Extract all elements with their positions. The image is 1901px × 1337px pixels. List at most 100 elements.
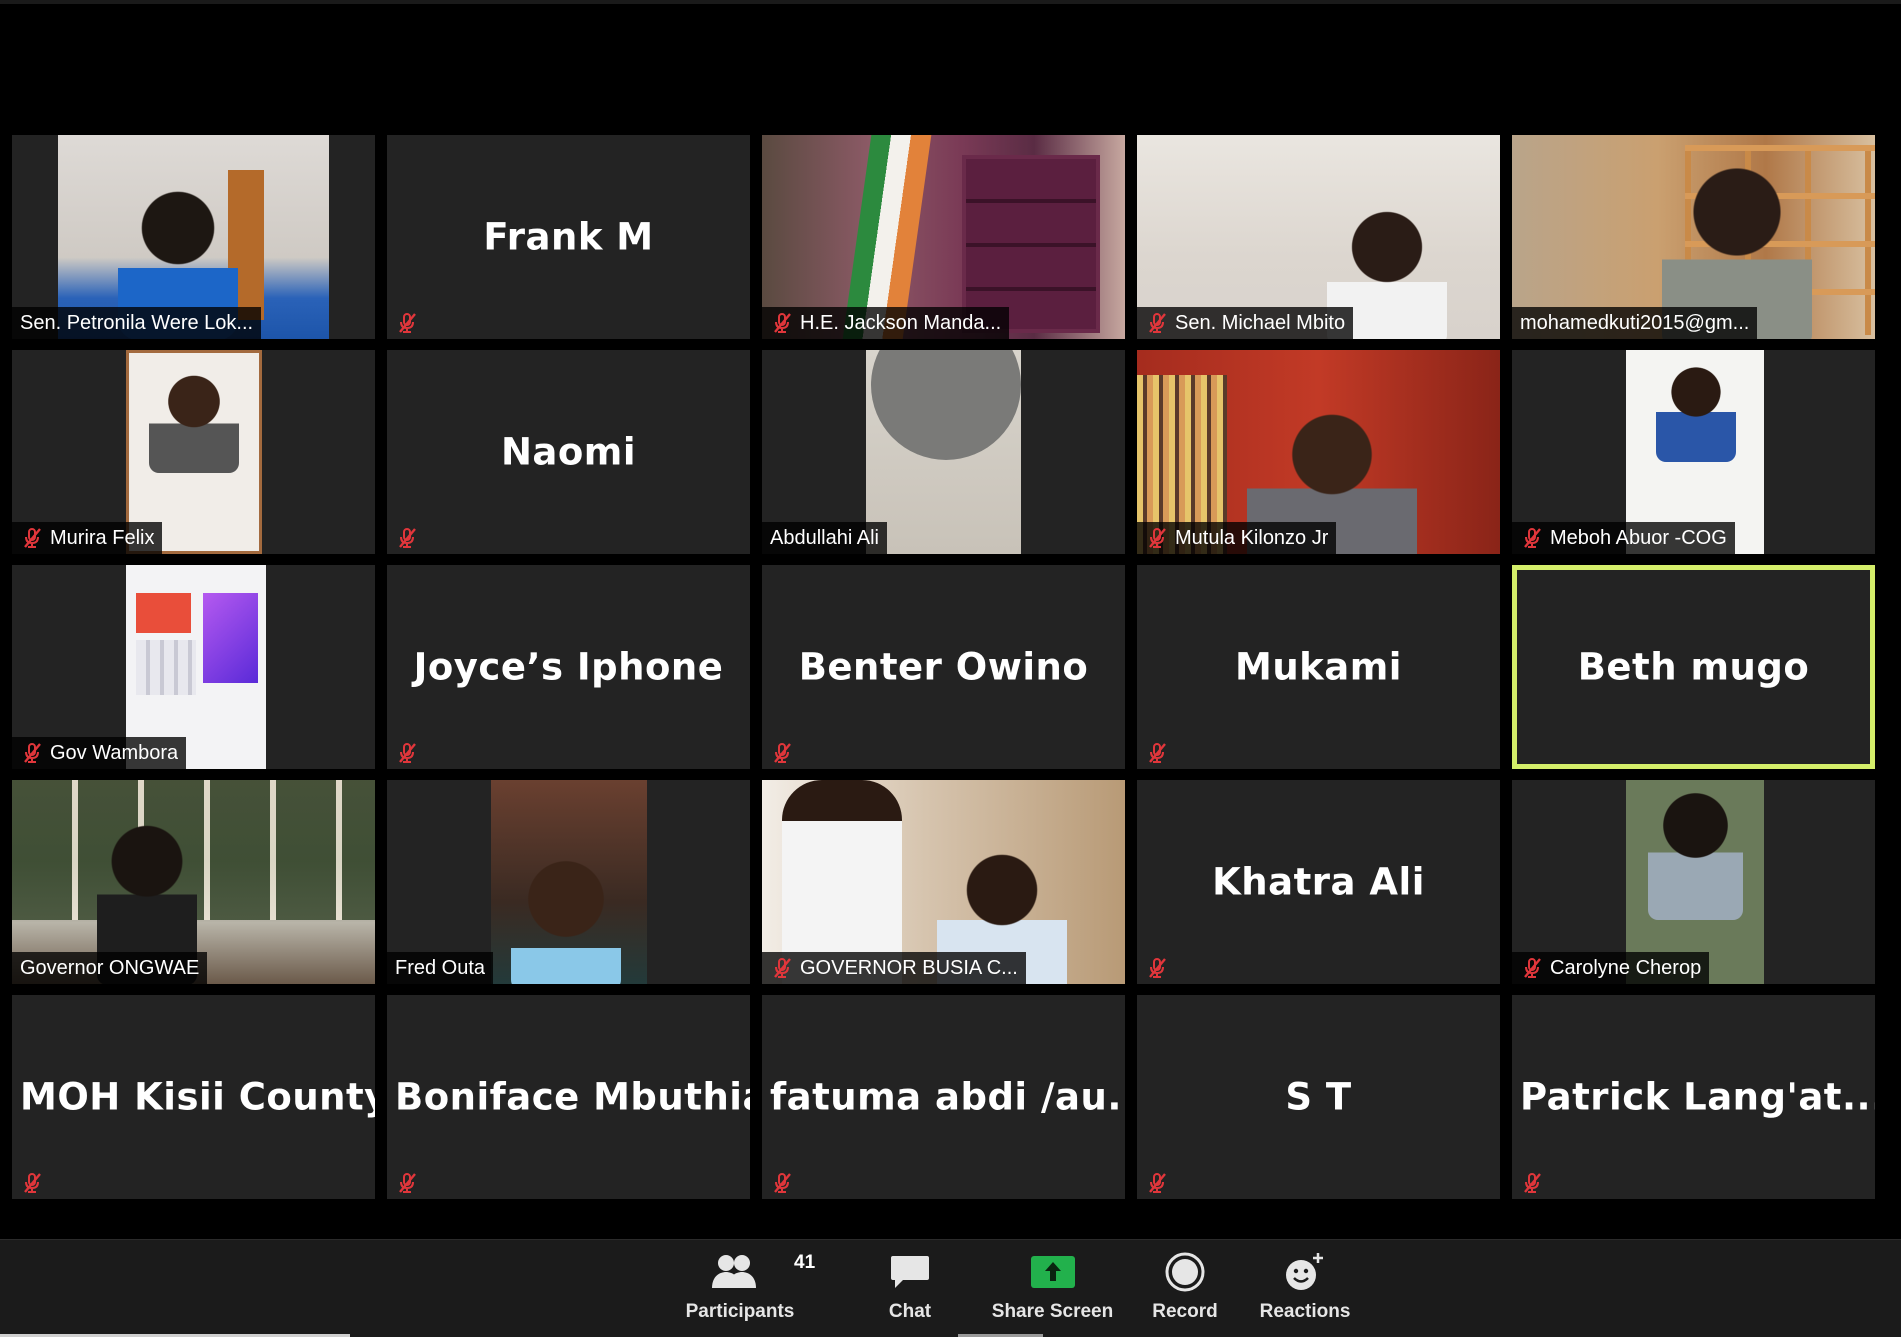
chat-label: Chat xyxy=(888,1301,932,1322)
muted-mic-icon xyxy=(20,741,44,765)
participant-tile[interactable]: Sen. Petronila Were Lok... xyxy=(12,135,375,339)
muted-mic-icon xyxy=(20,1171,44,1195)
muted-mic-icon xyxy=(770,741,794,765)
participant-name: Carolyne Cherop xyxy=(1550,956,1702,979)
participant-name-bar: H.E. Jackson Manda... xyxy=(762,307,1010,339)
participant-status-bar xyxy=(387,522,427,554)
record-label: Record xyxy=(1152,1301,1218,1322)
participants-button[interactable]: 41 Participants xyxy=(682,1250,816,1334)
participant-name-bar: GOVERNOR BUSIA C... xyxy=(762,952,1026,984)
muted-mic-icon xyxy=(1520,526,1544,550)
participant-display-name: S T xyxy=(1285,1075,1352,1119)
participant-name: Meboh Abuor -COG xyxy=(1550,526,1727,549)
muted-mic-icon xyxy=(770,311,794,335)
participant-display-name: Patrick Lang'at... xyxy=(1520,1075,1875,1119)
participants-count: 41 xyxy=(794,1252,816,1273)
muted-mic-icon xyxy=(1145,1171,1169,1195)
participant-name: Abdullahi Ali xyxy=(770,526,879,549)
participant-tile[interactable]: Beth mugo xyxy=(1512,565,1875,769)
muted-mic-icon xyxy=(20,526,44,550)
muted-mic-icon xyxy=(1520,1171,1544,1195)
participant-tile[interactable]: Murira Felix xyxy=(12,350,375,554)
participant-name: H.E. Jackson Manda... xyxy=(800,311,1002,334)
record-button[interactable]: Record xyxy=(1140,1250,1230,1334)
participant-name-bar: Carolyne Cherop xyxy=(1512,952,1710,984)
participant-status-bar xyxy=(1137,737,1177,769)
muted-mic-icon xyxy=(1145,526,1169,550)
participant-tile[interactable]: Abdullahi Ali xyxy=(762,350,1125,554)
participant-status-bar xyxy=(1137,952,1177,984)
participant-tile[interactable]: Mukami xyxy=(1137,565,1500,769)
share-screen-icon xyxy=(1030,1250,1076,1294)
participant-name-bar: mohamedkuti2015@gm... xyxy=(1512,307,1758,339)
participant-tile[interactable]: fatuma abdi /au... xyxy=(762,995,1125,1199)
reactions-button[interactable]: Reactions xyxy=(1255,1250,1355,1334)
participants-icon: 41 xyxy=(712,1250,815,1294)
participant-status-bar xyxy=(387,307,427,339)
participant-name: Murira Felix xyxy=(50,526,155,549)
participant-tile[interactable]: H.E. Jackson Manda... xyxy=(762,135,1125,339)
participant-tile[interactable]: Mutula Kilonzo Jr xyxy=(1137,350,1500,554)
muted-mic-icon xyxy=(1145,311,1169,335)
participant-name-bar: Meboh Abuor -COG xyxy=(1512,522,1735,554)
muted-mic-icon xyxy=(395,1171,419,1195)
record-icon xyxy=(1164,1250,1206,1294)
participant-display-name: Joyce’s Iphone xyxy=(413,645,724,689)
window-top-edge xyxy=(0,0,1901,4)
participant-tile[interactable]: GOVERNOR BUSIA C... xyxy=(762,780,1125,984)
participant-tile[interactable]: Naomi xyxy=(387,350,750,554)
participant-display-name: Mukami xyxy=(1235,645,1402,689)
participant-tile[interactable]: mohamedkuti2015@gm... xyxy=(1512,135,1875,339)
participant-tile[interactable]: Gov Wambora xyxy=(12,565,375,769)
participant-name: Fred Outa xyxy=(395,956,486,979)
participant-status-bar xyxy=(387,737,427,769)
participant-tile[interactable]: Carolyne Cherop xyxy=(1512,780,1875,984)
chat-button[interactable]: Chat xyxy=(870,1250,950,1334)
participant-display-name: Frank M xyxy=(483,215,654,259)
reactions-label: Reactions xyxy=(1259,1301,1351,1322)
participant-video xyxy=(866,350,1021,554)
participant-tile[interactable]: Khatra Ali xyxy=(1137,780,1500,984)
muted-mic-icon xyxy=(1145,741,1169,765)
participant-tile[interactable]: Joyce’s Iphone xyxy=(387,565,750,769)
participant-tile[interactable]: MOH Kisii County xyxy=(12,995,375,1199)
participant-tile[interactable]: Sen. Michael Mbito xyxy=(1137,135,1500,339)
participant-name-bar: Fred Outa xyxy=(387,952,494,984)
participants-label: Participants xyxy=(685,1301,795,1322)
share-screen-button[interactable]: Share Screen xyxy=(985,1250,1120,1334)
participant-name-bar: Murira Felix xyxy=(12,522,163,554)
participant-display-name: Naomi xyxy=(500,430,637,474)
participant-tile[interactable]: Governor ONGWAE xyxy=(12,780,375,984)
participant-status-bar xyxy=(1512,1167,1552,1199)
participant-status-bar xyxy=(1137,1167,1177,1199)
participant-name: Sen. Michael Mbito xyxy=(1175,311,1346,334)
participant-display-name: Beth mugo xyxy=(1577,645,1810,689)
participant-tile[interactable]: Frank M xyxy=(387,135,750,339)
participant-name-bar: Sen. Petronila Were Lok... xyxy=(12,307,262,339)
participant-status-bar xyxy=(762,737,802,769)
reactions-icon xyxy=(1283,1250,1327,1294)
muted-mic-icon xyxy=(1520,956,1544,980)
participant-name: Governor ONGWAE xyxy=(20,956,200,979)
participant-tile[interactable]: Patrick Lang'at... xyxy=(1512,995,1875,1199)
participant-name: mohamedkuti2015@gm... xyxy=(1520,311,1750,334)
participant-video-grid: Sen. Petronila Were Lok... Frank M H.E. Ja… xyxy=(12,135,1875,1199)
muted-mic-icon xyxy=(395,311,419,335)
meeting-toolbar: 41 Participants Chat Share Screen Record… xyxy=(0,1239,1901,1337)
muted-mic-icon xyxy=(770,1171,794,1195)
participant-display-name: Benter Owino xyxy=(798,645,1089,689)
participant-tile[interactable]: Fred Outa xyxy=(387,780,750,984)
participant-name: Mutula Kilonzo Jr xyxy=(1175,526,1329,549)
participant-name-bar: Gov Wambora xyxy=(12,737,187,769)
participant-name-bar: Abdullahi Ali xyxy=(762,522,887,554)
participant-tile[interactable]: Boniface Mbuthia xyxy=(387,995,750,1199)
participant-tile[interactable]: Benter Owino xyxy=(762,565,1125,769)
participant-display-name: Boniface Mbuthia xyxy=(395,1075,750,1119)
participant-name: Gov Wambora xyxy=(50,741,179,764)
muted-mic-icon xyxy=(1145,956,1169,980)
participant-name: Sen. Petronila Were Lok... xyxy=(20,311,254,334)
participant-tile[interactable]: Meboh Abuor -COG xyxy=(1512,350,1875,554)
participant-tile[interactable]: S T xyxy=(1137,995,1500,1199)
share-screen-label: Share Screen xyxy=(991,1301,1114,1322)
participant-name-bar: Mutula Kilonzo Jr xyxy=(1137,522,1337,554)
